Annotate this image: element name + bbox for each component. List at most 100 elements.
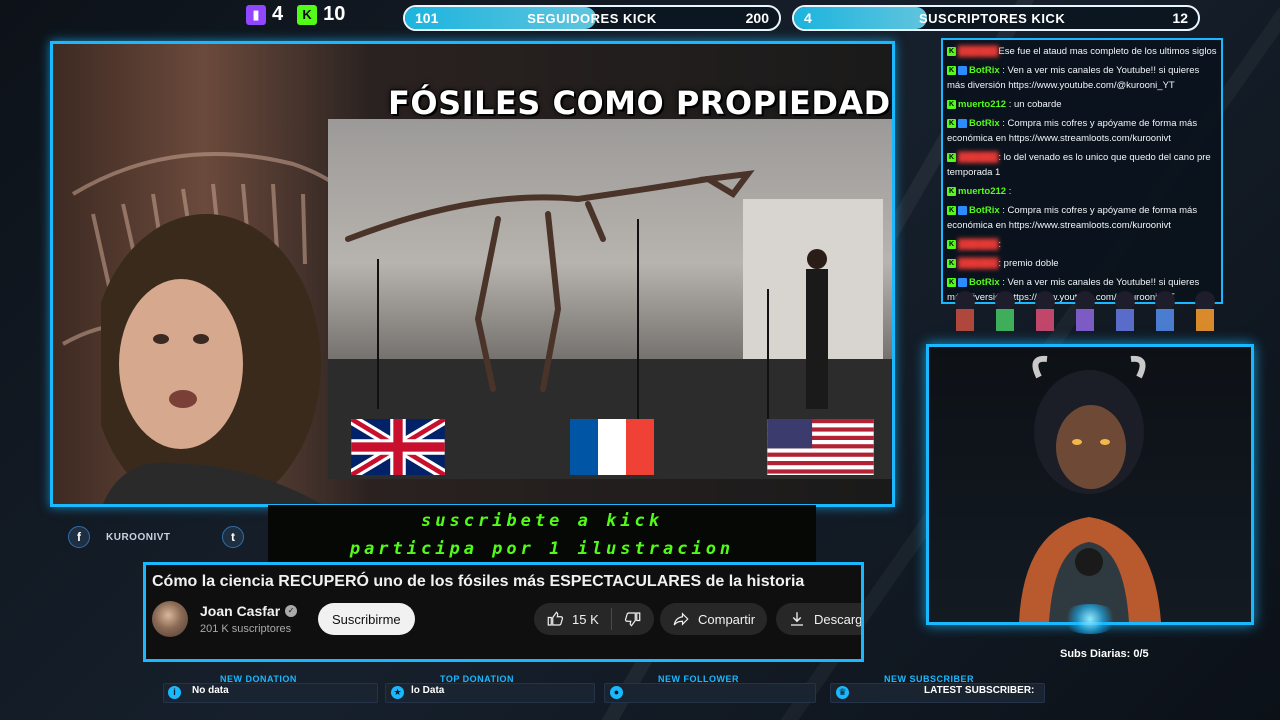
chat-message: K ██████Ese fue el ataud mas completo de … [947, 44, 1217, 59]
chat-message: K BotRix : Ven a ver mis canales de Youtu… [947, 63, 1217, 93]
followers-goal-bar: 101 SEGUIDORES KICK 200 [403, 5, 781, 31]
kick-promo-banner: suscribete a kick participa por 1 ilustr… [268, 505, 816, 565]
channel-name[interactable]: Joan Casfar [200, 603, 280, 619]
twitter-icon: t [222, 526, 244, 548]
chat-username-redacted: ██████ [958, 258, 999, 269]
chat-message: Kmuerto212 : un cobarde [947, 97, 1217, 112]
mascot-icon [995, 291, 1015, 331]
uk-flag-icon [351, 419, 445, 475]
main-video-frame: FÓSILES COMO PROPIEDAD [50, 41, 895, 507]
chat-username[interactable]: muerto212 [958, 99, 1006, 110]
top-donation-value: lo Data [411, 685, 445, 696]
daily-subs-value: 0/5 [1133, 648, 1149, 660]
trophy-icon: ★ [391, 686, 404, 699]
download-button[interactable]: Descarga [776, 603, 863, 635]
mascot-row [945, 283, 1225, 333]
chat-message: K ██████: lo del venado es lo unico que q… [947, 150, 1217, 180]
kick-badge-icon: K [947, 65, 956, 75]
facebook-social: f KUROONIVT [68, 526, 171, 548]
chat-message-text: : premio doble [998, 258, 1059, 269]
chat-username-redacted: ██████ [958, 152, 999, 163]
thumbs-down-icon [624, 612, 641, 627]
mascot-icon [1195, 291, 1215, 331]
youtube-video-info: Cómo la ciencia RECUPERÓ uno de los fósi… [143, 562, 864, 662]
kick-count: 10 [323, 3, 346, 25]
kick-banner-line1: suscribete a kick [421, 511, 663, 531]
facebook-label: KUROONIVT [106, 531, 171, 543]
twitch-count: 4 [272, 3, 284, 25]
subs-current: 4 [804, 10, 812, 26]
channel-name-row[interactable]: Joan Casfar ✓ [200, 603, 298, 619]
video-overlay-title: FÓSILES COMO PROPIEDAD [388, 84, 891, 122]
dislike-button[interactable] [612, 603, 654, 635]
chat-username-redacted: ██████ [958, 239, 999, 250]
chat-panel: K ██████Ese fue el ataud mas completo de … [941, 38, 1223, 304]
kick-badge-icon: K [947, 258, 956, 268]
new-subscriber-value: LATEST SUBSCRIBER: [924, 685, 1035, 696]
subs-goal-bar: 4 SUSCRIPTORES KICK 12 [792, 5, 1200, 31]
chat-message: K ██████: premio doble [947, 256, 1217, 271]
chat-message-text: : un cobarde [1008, 99, 1062, 110]
verified-icon: ✓ [285, 605, 298, 617]
daily-subs-label: Subs Diarias: [1060, 648, 1131, 660]
new-follower-bar [604, 683, 816, 703]
kick-icon: K [297, 4, 318, 25]
kick-badge-icon: K [947, 239, 956, 249]
share-button[interactable]: Compartir [660, 603, 768, 635]
download-content: Descarga [776, 603, 863, 635]
france-flag-icon [570, 419, 654, 475]
kick-badge-icon: K [947, 205, 956, 215]
like-dislike-pill: 15 K [534, 603, 654, 635]
chat-username[interactable]: muerto212 [958, 186, 1006, 197]
mascot-icon [955, 291, 975, 331]
kick-banner-line2: participa por 1 ilustracion [349, 539, 735, 559]
mascot-icon [1155, 291, 1175, 331]
kick-badge-icon: K [947, 118, 956, 128]
kick-badge-icon: K [947, 152, 956, 162]
mascot-icon [1035, 291, 1055, 331]
bot-badge-icon [958, 205, 967, 215]
youtube-video-title: Cómo la ciencia RECUPERÓ uno de los fósi… [152, 573, 805, 590]
chat-username[interactable]: BotRix [969, 65, 1000, 76]
twitch-counter: ▮ 4 [246, 3, 283, 26]
download-label: Descarga [814, 611, 863, 627]
chat-message: K ██████: [947, 237, 1217, 252]
subscribe-button[interactable]: Suscribirme [318, 603, 415, 635]
followers-goal: 200 [745, 10, 769, 26]
chat-username[interactable]: BotRix [969, 205, 1000, 216]
kick-badge-icon: K [947, 99, 956, 109]
chat-message: Kmuerto212 : [947, 184, 1217, 199]
mascot-icon [1075, 291, 1095, 331]
chat-username-redacted: ██████ [958, 46, 999, 57]
kick-counter: K 10 [297, 3, 345, 26]
daily-subs-counter: Subs Diarias: 0/5 [1060, 648, 1149, 660]
chat-message-text: Ese fue el ataud mas completo de los ult… [998, 46, 1217, 57]
facebook-icon: f [68, 526, 90, 548]
channel-avatar[interactable] [152, 601, 188, 637]
chat-username[interactable]: BotRix [969, 118, 1000, 129]
vtuber-avatar [1019, 355, 1161, 622]
new-donation-value: No data [192, 685, 229, 696]
download-icon [791, 612, 803, 626]
subscriber-count: 201 K suscriptores [200, 623, 292, 635]
crown-icon: ♛ [836, 686, 849, 699]
subs-progress-fill [794, 7, 928, 29]
bot-badge-icon [958, 118, 967, 128]
like-count: 15 K [572, 611, 599, 627]
chat-message-list: K ██████Ese fue el ataud mas completo de … [947, 44, 1217, 302]
vtuber-cam-frame [926, 344, 1254, 625]
chat-message-text: : [998, 239, 1002, 250]
subs-title: SUSCRIPTORES KICK [918, 10, 1066, 26]
presenter-webcam [101, 214, 322, 504]
user-icon: ● [610, 686, 623, 699]
chat-message: K BotRix : Compra mis cofres y apóyame de… [947, 116, 1217, 146]
share-content: Compartir [660, 603, 767, 635]
share-icon [673, 612, 689, 626]
info-icon: i [168, 686, 181, 699]
subs-goal: 12 [1172, 10, 1188, 26]
like-button[interactable]: 15 K [534, 603, 611, 635]
chat-message: K BotRix : Compra mis cofres y apóyame de… [947, 203, 1217, 233]
usa-flag-icon [767, 419, 874, 475]
cam-glow-decoration [1060, 604, 1120, 634]
kick-badge-icon: K [947, 46, 956, 56]
